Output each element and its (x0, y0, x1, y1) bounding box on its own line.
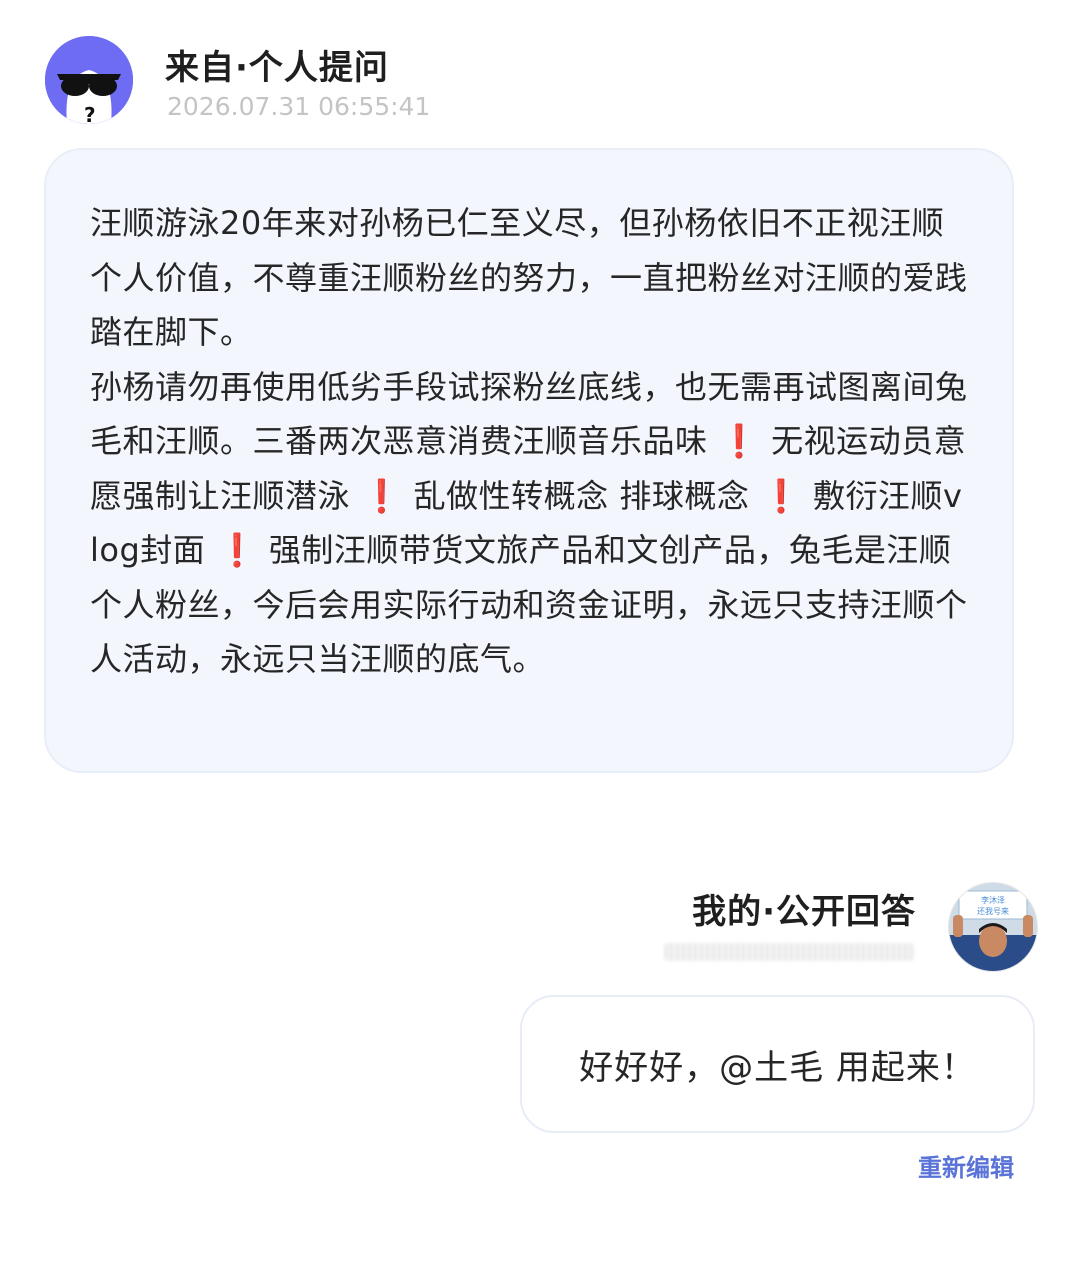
user-photo-avatar: 李沐泽 还我号来 (949, 883, 1037, 971)
exclamation-icon: ❗ (205, 531, 269, 569)
question-text: 汪顺游泳20年来对孙杨已仁至义尽，但孙杨依旧不正视汪顺个人价值，不尊重汪顺粉丝的… (90, 196, 968, 687)
blurred-subtitle (664, 943, 914, 961)
svg-text:?: ? (84, 103, 96, 124)
question-bubble: 汪顺游泳20年来对孙杨已仁至义尽，但孙杨依旧不正视汪顺个人价值，不尊重汪顺粉丝的… (44, 148, 1014, 773)
exclamation-icon: ❗ (749, 476, 813, 515)
answer-bubble: 好好好，@土毛 用起来！ (520, 995, 1035, 1133)
question-timestamp: 2026.07.31 06:55:41 (167, 92, 431, 121)
question-text-segment: 汪顺游泳20年来对孙杨已仁至义尽，但孙杨依旧不正视汪顺个人价值，不尊重汪顺粉丝的… (90, 204, 968, 351)
question-source-title: 来自·个人提问 (165, 48, 389, 88)
exclamation-icon: ❗ (707, 422, 772, 460)
re-edit-button[interactable]: 重新编辑 (918, 1148, 1014, 1183)
answer-title: 我的·公开回答 (692, 892, 916, 932)
question-text-segment: 乱做性转概念 排球概念 (413, 476, 750, 515)
sunglasses-face-icon: ? (45, 36, 133, 124)
question-paragraph: 汪顺游泳20年来对孙杨已仁至义尽，但孙杨依旧不正视汪顺个人价值，不尊重汪顺粉丝的… (90, 196, 968, 360)
answerer-avatar[interactable]: 李沐泽 还我号来 (948, 882, 1038, 972)
avatar-sign-line1: 李沐泽 (981, 895, 1005, 905)
asker-avatar[interactable]: ? (45, 36, 133, 124)
exclamation-icon: ❗ (350, 476, 414, 515)
answer-text: 好好好，@土毛 用起来！ (579, 1047, 976, 1088)
avatar-sign-line2: 还我号来 (977, 906, 1009, 916)
question-paragraph: 孙杨请勿再使用低劣手段试探粉丝底线，也无需再试图离间兔毛和汪顺。三番两次恶意消费… (90, 360, 968, 687)
